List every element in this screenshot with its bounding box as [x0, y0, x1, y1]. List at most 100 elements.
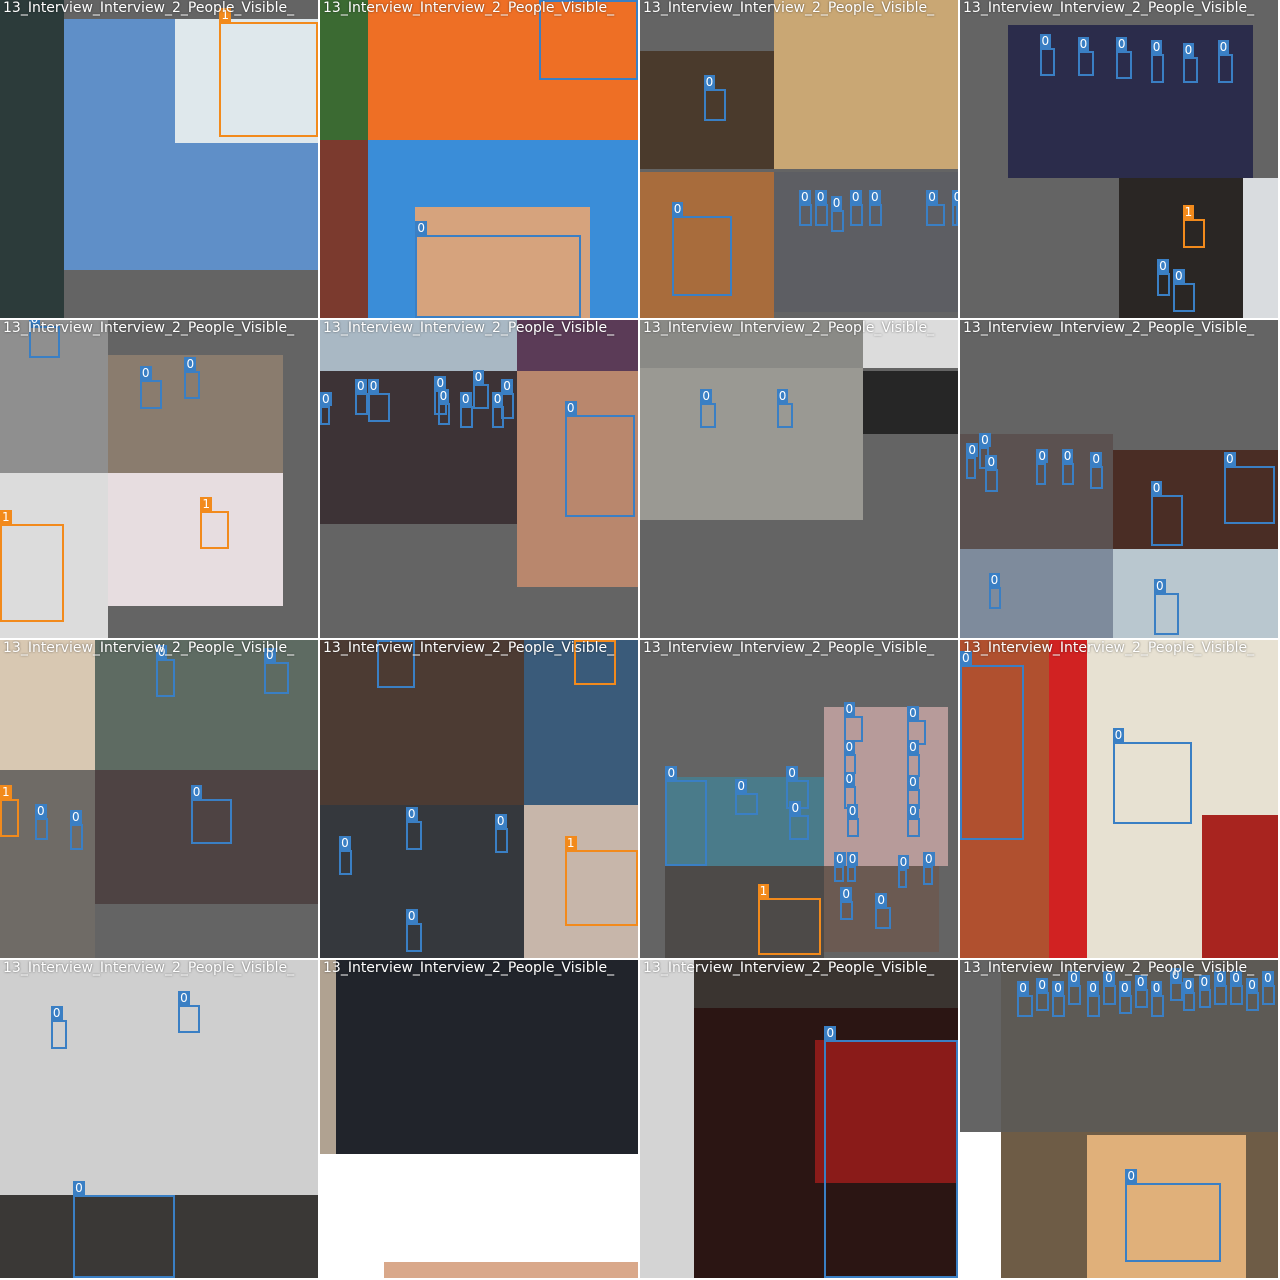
face-bounding-box: 0 [1036, 977, 1050, 1011]
class-id-label: 0 [1125, 1168, 1137, 1183]
face-bounding-box: 0 [1134, 974, 1148, 1008]
face-bounding-box: 0 [190, 785, 233, 844]
class-id-label: 0 [491, 391, 504, 406]
mosaic-tile: 0 0 0 13_Interview_Interview_2_People_Visib… [0, 960, 318, 1278]
class-id-label: 0 [846, 851, 859, 866]
face-bounding-box: 0 [1150, 480, 1183, 546]
mask-bounding-box: 1 [564, 835, 638, 927]
class-id-label: 0 [1036, 449, 1048, 464]
tile-filename-label: 13_Interview_Interview_2_People_Visible_ [643, 0, 935, 16]
tile-filename-label: 13_Interview_Interview_2_People_Visible_ [643, 640, 935, 656]
face-bounding-box: 0 [69, 810, 83, 850]
photo-region [1243, 178, 1278, 318]
class-id-label: 1 [200, 496, 212, 511]
tile-filename-label: 13_Interview_Interview_2_People_Visible_ [3, 960, 295, 976]
class-id-label: 0 [178, 990, 190, 1005]
face-bounding-box: 0 [405, 909, 422, 952]
face-bounding-box: 0 [367, 379, 390, 422]
class-id-label: 0 [405, 909, 418, 924]
class-id-label: 0 [979, 433, 991, 448]
class-id-label: 0 [494, 813, 507, 828]
face-bounding-box: 0 [776, 388, 793, 429]
face-bounding-box: 0 [846, 851, 859, 882]
class-id-label: 0 [367, 379, 380, 394]
face-bounding-box: 0 [320, 391, 332, 425]
face-bounding-box: 0 [1150, 980, 1164, 1018]
class-id-label: 0 [703, 75, 716, 90]
mosaic-tile: 0013_Interview_Interview_2_People_Visibl… [640, 320, 958, 638]
class-id-label: 0 [1182, 43, 1195, 58]
face-bounding-box: 0 [897, 854, 910, 889]
mosaic-tile: 0 0 0 0 0 0 0 0 0 0 0 0 1 0 0 0 0 0 0 13_Interview_Intervie… [640, 640, 958, 958]
class-id-label: 0 [814, 189, 827, 204]
class-id-label: 0 [843, 702, 856, 717]
mask-bounding-box: 1 [0, 509, 64, 623]
face-bounding-box: 0 [1115, 36, 1132, 80]
face-bounding-box: 0 [491, 391, 505, 429]
face-bounding-box: 0 [1169, 968, 1183, 1002]
face-bounding-box: 0 [799, 189, 812, 226]
face-bounding-box: 0 [840, 886, 854, 920]
face-bounding-box: 0 [1039, 33, 1056, 77]
face-bounding-box: 0 [789, 800, 809, 841]
class-id-label: 0 [985, 455, 998, 470]
photo-region [320, 1153, 638, 1278]
class-id-label: 0 [1061, 449, 1074, 464]
face-bounding-box: 0 [907, 740, 920, 777]
class-id-label: 0 [671, 202, 684, 217]
face-bounding-box: 0 [1036, 449, 1048, 486]
face-bounding-box: 0 [1262, 971, 1275, 1005]
photo-region [0, 640, 96, 771]
face-bounding-box: 0 [923, 851, 935, 885]
face-bounding-box: 0 [875, 893, 892, 930]
face-bounding-box: 0 [1182, 977, 1196, 1011]
mask-bounding-box: 1 [200, 496, 229, 549]
class-id-label: 1 [0, 509, 12, 524]
class-id-label: 0 [1223, 452, 1236, 467]
face-bounding-box: 0 [671, 202, 733, 296]
face-bounding-box: 0 [988, 573, 1002, 610]
class-id-label: 0 [50, 1006, 63, 1021]
face-bounding-box: 0 [1017, 980, 1034, 1018]
mosaic-tile: 0001113_Interview_Interview_2_People_Vis… [0, 320, 318, 638]
class-id-label: 0 [139, 366, 152, 381]
mosaic-tile: 010000113_Interview_Interview_2_People_V… [320, 640, 638, 958]
face-bounding-box: 0 [1068, 971, 1081, 1005]
class-id-label: 0 [907, 705, 919, 720]
face-bounding-box: 0 [139, 366, 163, 410]
mosaic-tile: 0013_Interview_Interview_2_People_Visibl… [320, 0, 638, 318]
class-id-label: 1 [1182, 205, 1195, 220]
face-bounding-box: 0 [178, 990, 201, 1034]
tile-filename-label: 13_Interview_Interview_2_People_Visible_ [643, 320, 935, 336]
face-bounding-box: 0 [73, 1181, 175, 1278]
class-id-label: 0 [799, 189, 811, 204]
class-id-label: 0 [988, 573, 1001, 588]
face-bounding-box: 0 [1119, 980, 1132, 1015]
face-bounding-box: 0 [1052, 980, 1065, 1018]
class-id-label: 0 [1150, 980, 1163, 995]
photo-region [108, 472, 283, 607]
class-id-label: 0 [907, 804, 919, 819]
face-bounding-box: 0 [1112, 727, 1193, 825]
class-id-label: 0 [405, 807, 418, 822]
class-id-label: 0 [437, 388, 450, 403]
face-bounding-box: 0 [1157, 259, 1170, 296]
face-bounding-box: 0 [155, 645, 175, 698]
class-id-label: 0 [849, 189, 862, 204]
class-id-label: 0 [843, 772, 856, 787]
face-bounding-box: 0 [263, 648, 290, 695]
class-id-label: 0 [1246, 977, 1258, 992]
mask-bounding-box: 1 [757, 883, 822, 955]
class-id-label: 1 [564, 835, 577, 850]
class-id-label: 0 [735, 778, 748, 793]
face-bounding-box: 0 [472, 369, 489, 410]
class-id-label: 0 [564, 401, 577, 416]
class-id-label: 0 [840, 886, 852, 901]
class-id-label: 0 [846, 804, 859, 819]
face-bounding-box: 0 [843, 740, 857, 774]
class-id-label: 0 [1153, 579, 1166, 594]
face-bounding-box: 0 [960, 651, 1024, 841]
class-id-label: 0 [1036, 977, 1048, 992]
class-id-label: 0 [966, 442, 978, 457]
face-bounding-box: 0 [1061, 449, 1075, 486]
